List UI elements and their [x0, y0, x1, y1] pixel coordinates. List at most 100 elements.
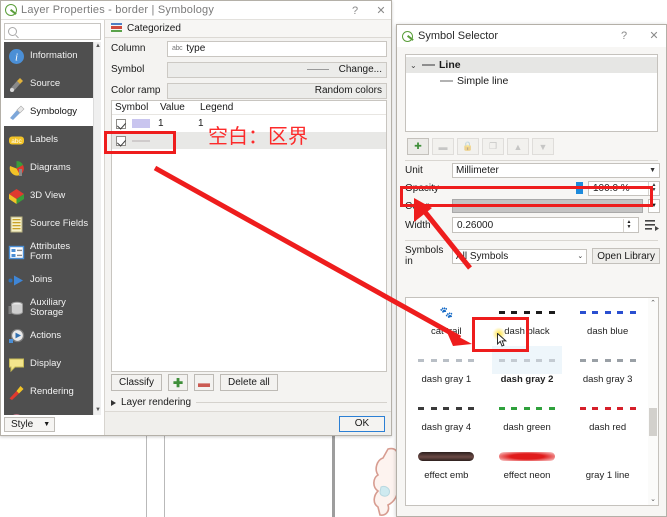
- gallery-item-preview: [492, 442, 562, 470]
- layer-properties-titlebar[interactable]: Layer Properties - border | Symbology ? …: [1, 1, 391, 20]
- color-ramp-field[interactable]: Random colors: [167, 82, 387, 99]
- divider: [405, 240, 658, 241]
- row-checkbox[interactable]: [116, 118, 126, 129]
- delete-all-button[interactable]: Delete all: [220, 374, 278, 391]
- sidebar-item-information[interactable]: i Information: [4, 42, 94, 70]
- add-category-button[interactable]: ✚: [168, 374, 189, 391]
- chevron-down-icon[interactable]: ⌄: [410, 61, 418, 70]
- unit-combo[interactable]: Millimeter ▼: [452, 162, 660, 178]
- spinner-arrows-icon[interactable]: ▲ ▼: [623, 218, 634, 232]
- gallery-item-preview: [573, 394, 643, 422]
- gallery-item-dash-gray-1[interactable]: dash gray 1: [406, 346, 487, 394]
- table-header: Symbol Value Legend: [112, 101, 386, 115]
- scroll-down-icon[interactable]: ▼: [94, 406, 101, 415]
- qgis-logo-icon: [402, 30, 413, 42]
- gallery-item-dash-red[interactable]: dash red: [567, 394, 648, 442]
- gallery-item-label: effect neon: [503, 470, 551, 481]
- sidebar-item-diagrams[interactable]: Diagrams: [4, 154, 94, 182]
- gallery-item-preview: [573, 346, 643, 374]
- ok-button[interactable]: OK: [339, 415, 385, 432]
- gallery-item-preview: [411, 346, 481, 374]
- symbol-gallery-grid: 🐾 cat trail dash black dash blue dash gray 1…: [406, 298, 648, 490]
- categories-table: Symbol Value Legend 11: [111, 100, 387, 372]
- symbol-preview-field[interactable]: Change...: [167, 61, 387, 78]
- sidebar-item-label: Rendering: [30, 386, 74, 398]
- color-row: Color ▼: [397, 197, 666, 215]
- gallery-item-effect-emb[interactable]: effect emb: [406, 442, 487, 490]
- opacity-slider[interactable]: [452, 181, 583, 195]
- color-label: Color: [405, 200, 429, 212]
- gallery-item-dash-blue[interactable]: dash blue: [567, 298, 648, 346]
- close-icon[interactable]: ✕: [648, 30, 660, 42]
- gallery-item-cat-trail[interactable]: 🐾 cat trail: [406, 298, 487, 346]
- sidebar-item-actions[interactable]: Actions: [4, 322, 94, 350]
- auxiliary-storage-icon: [8, 300, 25, 317]
- gallery-item-dash-gray-3[interactable]: dash gray 3: [567, 346, 648, 394]
- slider-handle[interactable]: [576, 182, 583, 194]
- symbol-swatch[interactable]: [132, 139, 150, 142]
- close-icon[interactable]: ✕: [375, 5, 387, 17]
- help-icon[interactable]: ?: [349, 5, 361, 17]
- style-button[interactable]: Style ▼: [4, 417, 56, 432]
- opacity-spinbox[interactable]: 100.0 % ▲ ▼: [588, 180, 660, 196]
- change-symbol-button[interactable]: Change...: [333, 64, 382, 75]
- open-library-button[interactable]: Open Library: [592, 248, 660, 264]
- gallery-item-dash-green[interactable]: dash green: [487, 394, 568, 442]
- spinner-arrows-icon[interactable]: ▲ ▼: [648, 181, 659, 195]
- column-field[interactable]: abc type: [167, 40, 387, 57]
- sidebar-item-variables[interactable]: Variables: [4, 406, 94, 415]
- width-value: 0.26000: [457, 219, 494, 231]
- renderer-type-label: Categorized: [127, 23, 181, 34]
- row-checkbox[interactable]: [116, 135, 126, 146]
- table-row[interactable]: 11: [112, 115, 386, 132]
- column-label: Column: [111, 43, 146, 54]
- sidebar-item-label: Attributes Form: [30, 241, 71, 262]
- sidebar-item-source[interactable]: Source: [4, 70, 94, 98]
- color-dropdown-button[interactable]: ▼: [648, 199, 660, 213]
- help-icon[interactable]: ?: [618, 30, 630, 42]
- tree-item-label: Line: [439, 59, 461, 71]
- gallery-item-preview: [573, 298, 643, 326]
- sidebar-scrollbar[interactable]: ▲ ▼: [93, 42, 101, 415]
- gallery-scrollbar[interactable]: ⌃ ⌄: [648, 298, 658, 505]
- sidebar-item-display[interactable]: Display: [4, 350, 94, 378]
- data-defined-override-icon[interactable]: [644, 218, 660, 232]
- line-preview-icon: [440, 80, 453, 82]
- scrollbar-thumb[interactable]: [649, 408, 657, 436]
- panel-divider: [146, 436, 147, 517]
- layer-rendering-section[interactable]: Layer rendering: [111, 397, 387, 408]
- tree-item-line[interactable]: ⌄ Line: [406, 57, 657, 73]
- sidebar-item-labels[interactable]: abc Labels: [4, 126, 94, 154]
- gallery-item-dash-gray-2[interactable]: dash gray 2: [487, 346, 568, 394]
- sidebar-item-source-fields[interactable]: Source Fields: [4, 210, 94, 238]
- symbol-layer-tree[interactable]: ⌄ Line Simple line: [405, 54, 658, 132]
- renderer-type-row[interactable]: Categorized: [105, 20, 391, 38]
- sidebar-item-3d-view[interactable]: 3D View: [4, 182, 94, 210]
- classify-button[interactable]: Classify: [111, 374, 163, 391]
- scroll-down-icon[interactable]: ⌄: [648, 494, 658, 505]
- table-row[interactable]: [112, 132, 386, 149]
- chevron-down-icon: ▼: [649, 166, 656, 174]
- add-symbol-layer-button[interactable]: ✚: [407, 138, 429, 155]
- sidebar-item-joins[interactable]: Joins: [4, 266, 94, 294]
- symbols-in-combo[interactable]: All Symbols ⌄: [452, 248, 588, 264]
- sidebar-item-rendering[interactable]: Rendering: [4, 378, 94, 406]
- layer-properties-title: Layer Properties - border | Symbology: [21, 4, 215, 16]
- sidebar-item-attributes-form[interactable]: Attributes Form: [4, 238, 94, 266]
- sidebar-item-symbology[interactable]: Symbology: [4, 98, 94, 126]
- symbol-swatch[interactable]: [132, 119, 150, 128]
- remove-category-button[interactable]: ▬: [194, 374, 215, 391]
- width-input[interactable]: 0.26000 ▲ ▼: [452, 217, 639, 233]
- sidebar-item-auxiliary-storage[interactable]: Auxiliary Storage: [4, 294, 94, 322]
- symbol-selector-titlebar[interactable]: Symbol Selector ? ✕: [397, 25, 666, 47]
- gallery-item-effect-neon[interactable]: effect neon: [487, 442, 568, 490]
- gallery-item-dash-gray-4[interactable]: dash gray 4: [406, 394, 487, 442]
- sidebar-search[interactable]: ✕: [4, 23, 160, 40]
- tree-item-simple-line[interactable]: Simple line: [406, 73, 657, 89]
- gallery-item-gray-1-line[interactable]: gray 1 line: [567, 442, 648, 490]
- labels-icon: abc: [8, 132, 25, 149]
- layer-rendering-label: Layer rendering: [121, 397, 192, 408]
- scroll-up-icon[interactable]: ⌃: [648, 298, 658, 309]
- scroll-up-icon[interactable]: ▲: [94, 42, 101, 51]
- color-swatch-button[interactable]: [452, 199, 643, 213]
